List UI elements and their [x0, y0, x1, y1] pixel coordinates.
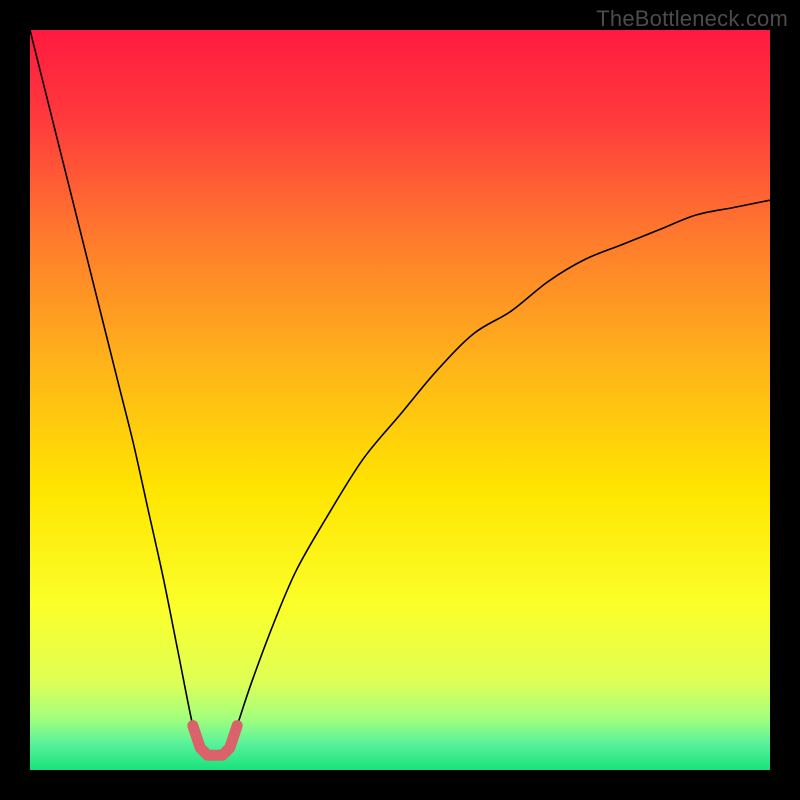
gradient-background [30, 30, 770, 770]
bottleneck-chart [30, 30, 770, 770]
brand-watermark: TheBottleneck.com [596, 6, 788, 32]
chart-frame: TheBottleneck.com [0, 0, 800, 800]
